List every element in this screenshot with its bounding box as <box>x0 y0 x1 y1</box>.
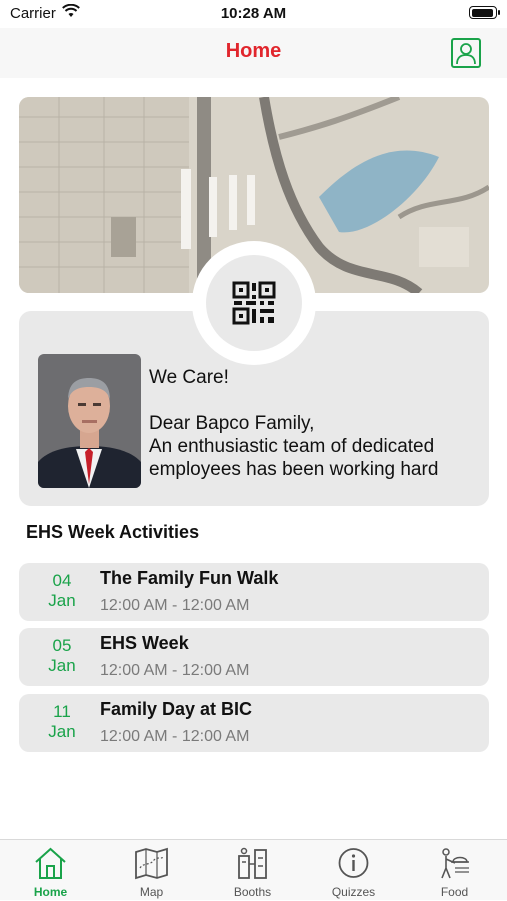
tab-map[interactable]: Map <box>101 840 202 901</box>
message-heading: We Care! <box>149 367 229 388</box>
qr-code-button[interactable] <box>192 241 316 365</box>
activity-item[interactable]: 11 Jan Family Day at BIC 12:00 AM - 12:0… <box>19 694 489 752</box>
message-line: employees has been working hard <box>149 459 439 480</box>
tab-label: Food <box>440 885 469 899</box>
navigation-bar: Home <box>0 28 507 78</box>
message-greeting: Dear Bapco Family, <box>149 413 315 434</box>
ceo-photo <box>38 354 141 488</box>
message-body: We Care! Dear Bapco Family, An enthusias… <box>149 366 484 481</box>
event-day: 05 <box>52 636 72 655</box>
tab-label: Booths <box>233 885 272 899</box>
home-icon <box>35 847 66 879</box>
battery-icon <box>469 6 500 19</box>
qr-code-background <box>206 255 302 351</box>
status-bar: Carrier 10:28 AM <box>0 0 507 28</box>
map-icon <box>135 847 168 880</box>
tab-label: Quizzes <box>331 885 376 899</box>
portrait-image <box>38 354 141 488</box>
tab-food[interactable]: Food <box>404 840 505 901</box>
page-title: Home <box>225 40 282 62</box>
event-time: 12:00 AM - 12:00 AM <box>100 597 250 614</box>
event-day: 11 <box>53 702 71 721</box>
message-spacer <box>149 389 484 412</box>
tab-bar: Home Map Booths Quizzes Food <box>0 839 507 900</box>
event-month: Jan <box>48 591 76 610</box>
food-icon <box>441 848 469 879</box>
tab-label: Map <box>139 885 164 899</box>
event-title: EHS Week <box>100 633 189 653</box>
event-month: Jan <box>48 656 76 675</box>
event-time: 12:00 AM - 12:00 AM <box>100 662 250 679</box>
tab-booths[interactable]: Booths <box>202 840 303 901</box>
booths-icon <box>238 847 267 879</box>
info-icon <box>338 848 369 878</box>
activity-item[interactable]: 05 Jan EHS Week 12:00 AM - 12:00 AM <box>19 628 489 686</box>
tab-home[interactable]: Home <box>0 840 101 901</box>
qr-code-icon <box>232 281 276 325</box>
profile-icon <box>456 43 476 65</box>
event-time: 12:00 AM - 12:00 AM <box>100 728 250 745</box>
event-month: Jan <box>48 722 76 741</box>
tab-quizzes[interactable]: Quizzes <box>303 840 404 901</box>
event-title: The Family Fun Walk <box>100 568 279 588</box>
clock: 10:28 AM <box>220 5 287 22</box>
activity-item[interactable]: 04 Jan The Family Fun Walk 12:00 AM - 12… <box>19 563 489 621</box>
message-line: An enthusiastic team of dedicated <box>149 436 435 457</box>
tab-label: Home <box>33 885 68 899</box>
activities-title: EHS Week Activities <box>26 522 200 542</box>
event-title: Family Day at BIC <box>100 699 253 719</box>
profile-button[interactable] <box>451 38 481 68</box>
event-day: 04 <box>52 571 72 590</box>
